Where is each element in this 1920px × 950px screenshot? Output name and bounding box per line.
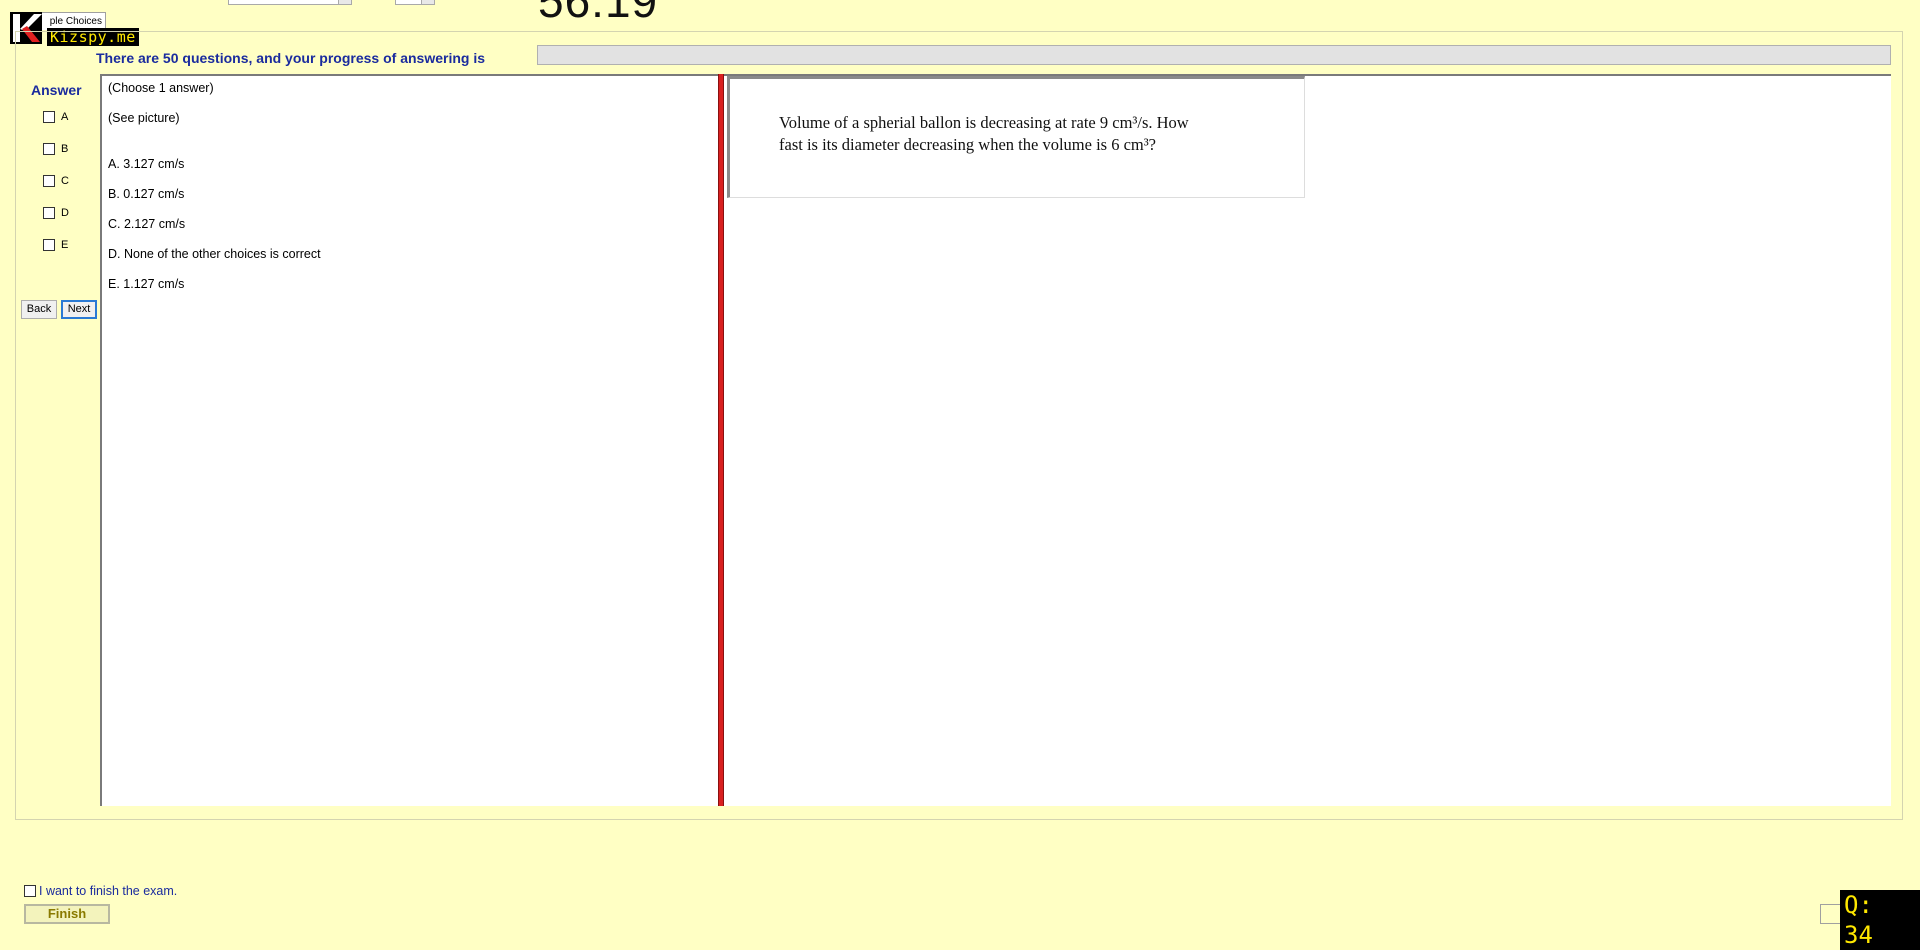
choice-a: A. 3.127 cm/s — [108, 157, 185, 171]
answer-option-e[interactable]: E — [43, 239, 68, 251]
answer-option-a[interactable]: A — [43, 111, 68, 123]
top-combobox-1[interactable] — [228, 0, 352, 5]
picture-line-1: Volume of a spherial ballon is decreasin… — [779, 113, 1189, 132]
finish-checkbox[interactable] — [24, 885, 36, 897]
answer-option-d[interactable]: D — [43, 207, 69, 219]
progress-label: There are 50 questions, and your progres… — [96, 50, 485, 66]
checkbox-d[interactable] — [43, 207, 55, 219]
back-button[interactable]: Back — [21, 300, 57, 319]
see-picture-note: (See picture) — [108, 111, 180, 125]
choice-d: D. None of the other choices is correct — [108, 247, 321, 261]
chevron-down-icon[interactable] — [338, 0, 351, 4]
top-combobox-2[interactable] — [395, 0, 435, 5]
checkbox-a[interactable] — [43, 111, 55, 123]
answer-option-label: A — [61, 111, 69, 123]
question-instruction: (Choose 1 answer) — [108, 81, 214, 95]
progress-bar — [537, 45, 1891, 65]
answer-option-c[interactable]: C — [43, 175, 69, 187]
checkbox-e[interactable] — [43, 239, 55, 251]
choice-c: C. 2.127 cm/s — [108, 217, 186, 231]
answer-option-label: B — [61, 143, 69, 155]
choice-e: E. 1.127 cm/s — [108, 277, 185, 291]
picture-line-2: fast is its diameter decreasing when the… — [779, 135, 1157, 154]
exam-timer: 56:19 — [538, 0, 659, 27]
next-button[interactable]: Next — [61, 300, 97, 319]
finish-exam-option[interactable]: I want to finish the exam. — [24, 884, 177, 898]
checkbox-c[interactable] — [43, 175, 55, 187]
answer-option-label: E — [61, 239, 69, 251]
choice-b: B. 0.127 cm/s — [108, 187, 185, 201]
question-number-badge: Q: 34 — [1840, 890, 1920, 950]
chevron-down-icon[interactable] — [421, 0, 434, 4]
finish-button[interactable]: Finish — [24, 904, 110, 924]
answer-option-label: C — [61, 175, 69, 187]
question-picture-text: Volume of a spherial ballon is decreasin… — [779, 112, 1279, 156]
question-panel — [100, 74, 722, 806]
answer-option-b[interactable]: B — [43, 143, 68, 155]
answer-option-label: D — [61, 207, 69, 219]
checkbox-b[interactable] — [43, 143, 55, 155]
answer-title: Answer — [31, 82, 82, 98]
finish-checkbox-label: I want to finish the exam. — [39, 884, 178, 898]
